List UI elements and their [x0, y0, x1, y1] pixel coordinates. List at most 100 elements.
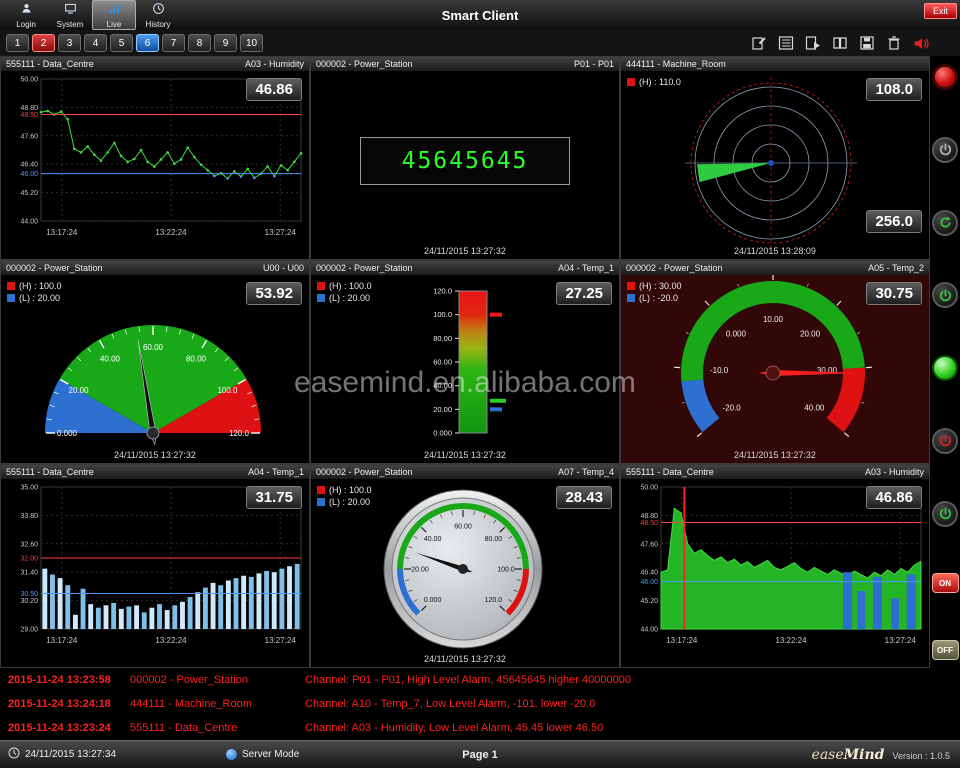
- panel-channel: P01 - P01: [574, 59, 614, 69]
- svg-text:60.00: 60.00: [433, 358, 452, 367]
- legend: (H) : 110.0: [627, 77, 681, 87]
- legend-high-label: (H) : 30.00: [639, 281, 682, 291]
- value-badge: 27.25: [556, 282, 612, 305]
- svg-text:100.0: 100.0: [217, 386, 238, 395]
- panel-station: 000002 - Power_Station: [316, 467, 413, 477]
- page-button-6[interactable]: 6: [136, 34, 159, 52]
- svg-text:31.40: 31.40: [20, 570, 38, 577]
- svg-text:10.00: 10.00: [763, 315, 784, 324]
- value-badge-bottom: 256.0: [866, 210, 922, 233]
- aux-power-button[interactable]: [932, 501, 958, 527]
- page-button-9[interactable]: 9: [214, 34, 237, 52]
- value-badge: 28.43: [556, 486, 612, 509]
- server-mode-label: Server Mode: [242, 749, 299, 760]
- value-badge: 46.86: [246, 78, 302, 101]
- svg-text:40.00: 40.00: [804, 404, 825, 413]
- panel-trend-bars: 555111 - Data_Centre A04 - Temp_1 13:17:…: [0, 464, 310, 668]
- run-indicator-lamp: [932, 355, 958, 381]
- nav-live[interactable]: Live: [92, 0, 136, 30]
- nav-login[interactable]: Login: [4, 0, 48, 30]
- panel-station: 444111 - Machine_Room: [626, 59, 726, 69]
- save-button[interactable]: [858, 34, 876, 52]
- legend-high-color: [7, 282, 15, 290]
- delete-button[interactable]: [885, 34, 903, 52]
- svg-text:20.00: 20.00: [411, 567, 429, 574]
- panel-body: 13:17:2413:22:2413:27:2450.0048.8048.504…: [1, 71, 309, 259]
- alarm-station: 000002 - Power_Station: [130, 674, 305, 686]
- svg-text:29.00: 29.00: [20, 627, 38, 634]
- legend-low-label: (L) : 20.00: [19, 293, 60, 303]
- svg-text:46.00: 46.00: [20, 171, 38, 178]
- svg-text:44.00: 44.00: [20, 219, 38, 226]
- alarm-message: Channel: A03 - Humidity, Low Level Alarm…: [305, 722, 603, 734]
- edit-button[interactable]: [750, 34, 768, 52]
- nav-live-label: Live: [107, 21, 122, 29]
- on-button[interactable]: ON: [932, 573, 959, 593]
- svg-text:33.80: 33.80: [20, 513, 38, 520]
- panel-digital-display: 000002 - Power_Station P01 - P01 4564564…: [310, 56, 620, 260]
- panel-header: 000002 - Power_Station P01 - P01: [311, 57, 619, 71]
- standby-power-button[interactable]: [932, 137, 958, 163]
- top-nav: Login System Live History: [4, 0, 180, 30]
- reset-button[interactable]: [932, 210, 958, 236]
- panel-body: (H) : 110.0 108.0 256.0 24/11/2015 13:28…: [621, 71, 929, 259]
- runtime-button[interactable]: [804, 34, 822, 52]
- power-icon: [938, 506, 953, 521]
- svg-text:120.0: 120.0: [433, 287, 452, 296]
- nav-system[interactable]: System: [48, 0, 92, 30]
- alarm-list: 2015-11-24 13:23:58 000002 - Power_Stati…: [0, 668, 960, 740]
- legend-high-color: [627, 282, 635, 290]
- page-button-7[interactable]: 7: [162, 34, 185, 52]
- page-button-3[interactable]: 3: [58, 34, 81, 52]
- legend-high-color: [317, 486, 325, 494]
- svg-text:47.60: 47.60: [20, 133, 38, 140]
- value-badge: 46.86: [866, 486, 922, 509]
- alarm-time: 2015-11-24 13:24:18: [0, 698, 130, 710]
- svg-text:13:22:24: 13:22:24: [775, 636, 807, 645]
- panel-body: 13:17:2413:22:2413:27:2450.0048.8048.504…: [621, 479, 929, 667]
- page-button-8[interactable]: 8: [188, 34, 211, 52]
- panel-radar: 444111 - Machine_Room (H) : 110.0 108.0 …: [620, 56, 930, 260]
- play-icon: [805, 35, 821, 51]
- panel-bar-gauge: 000002 - Power_Station A04 - Temp_1 120.…: [310, 260, 620, 464]
- page-button-1[interactable]: 1: [6, 34, 29, 52]
- page-button-4[interactable]: 4: [84, 34, 107, 52]
- alarm-list-button[interactable]: [777, 34, 795, 52]
- exit-button[interactable]: Exit: [924, 3, 957, 19]
- panel-trend-humidity: 555111 - Data_Centre A03 - Humidity 13:1…: [0, 56, 310, 260]
- legend-low-color: [317, 294, 325, 302]
- svg-text:48.80: 48.80: [20, 105, 38, 112]
- svg-text:48.50: 48.50: [20, 112, 38, 119]
- status-bar: 24/11/2015 13:27:34 Server Mode Page 1 e…: [0, 740, 960, 768]
- nav-history[interactable]: History: [136, 0, 180, 30]
- legend: (H) : 30.00 (L) : -20.0: [627, 281, 682, 303]
- control-sidebar: ON OFF: [930, 56, 960, 668]
- stop-power-button[interactable]: [932, 428, 958, 454]
- alarm-row[interactable]: 2015-11-24 13:23:24 555111 - Data_Centre…: [0, 716, 960, 740]
- emergency-stop-button[interactable]: [932, 64, 958, 90]
- panel-timestamp: 24/11/2015 13:27:32: [311, 654, 619, 664]
- panel-channel: A07 - Temp_4: [558, 467, 614, 477]
- legend-low-label: (L) : 20.00: [329, 293, 370, 303]
- svg-text:100.0: 100.0: [497, 567, 515, 574]
- logbook-button[interactable]: [831, 34, 849, 52]
- alarm-row[interactable]: 2015-11-24 13:24:18 444111 - Machine_Roo…: [0, 692, 960, 716]
- alarm-station: 444111 - Machine_Room: [130, 698, 305, 710]
- svg-text:13:27:24: 13:27:24: [885, 636, 917, 645]
- panel-station: 000002 - Power_Station: [316, 263, 413, 273]
- digital-display: 45645645: [360, 137, 570, 185]
- alarm-row[interactable]: 2015-11-24 13:23:58 000002 - Power_Stati…: [0, 668, 960, 692]
- panel-grid: 555111 - Data_Centre A03 - Humidity 13:1…: [0, 56, 930, 668]
- page-button-10[interactable]: 10: [240, 34, 263, 52]
- panel-body: -20.0-10.00.00010.0020.0030.0040.00 (H) …: [621, 275, 929, 463]
- panel-station: 000002 - Power_Station: [316, 59, 413, 69]
- pages-bar: 1 2 3 4 5 6 7 8 9 10: [0, 30, 960, 56]
- page-button-2[interactable]: 2: [32, 34, 55, 52]
- off-button[interactable]: OFF: [932, 640, 959, 660]
- edit-icon: [751, 35, 767, 51]
- page-button-5[interactable]: 5: [110, 34, 133, 52]
- audio-button[interactable]: [912, 34, 930, 52]
- svg-text:20.00: 20.00: [69, 386, 90, 395]
- start-power-button[interactable]: [932, 282, 958, 308]
- panel-timestamp: 24/11/2015 13:27:32: [621, 450, 929, 460]
